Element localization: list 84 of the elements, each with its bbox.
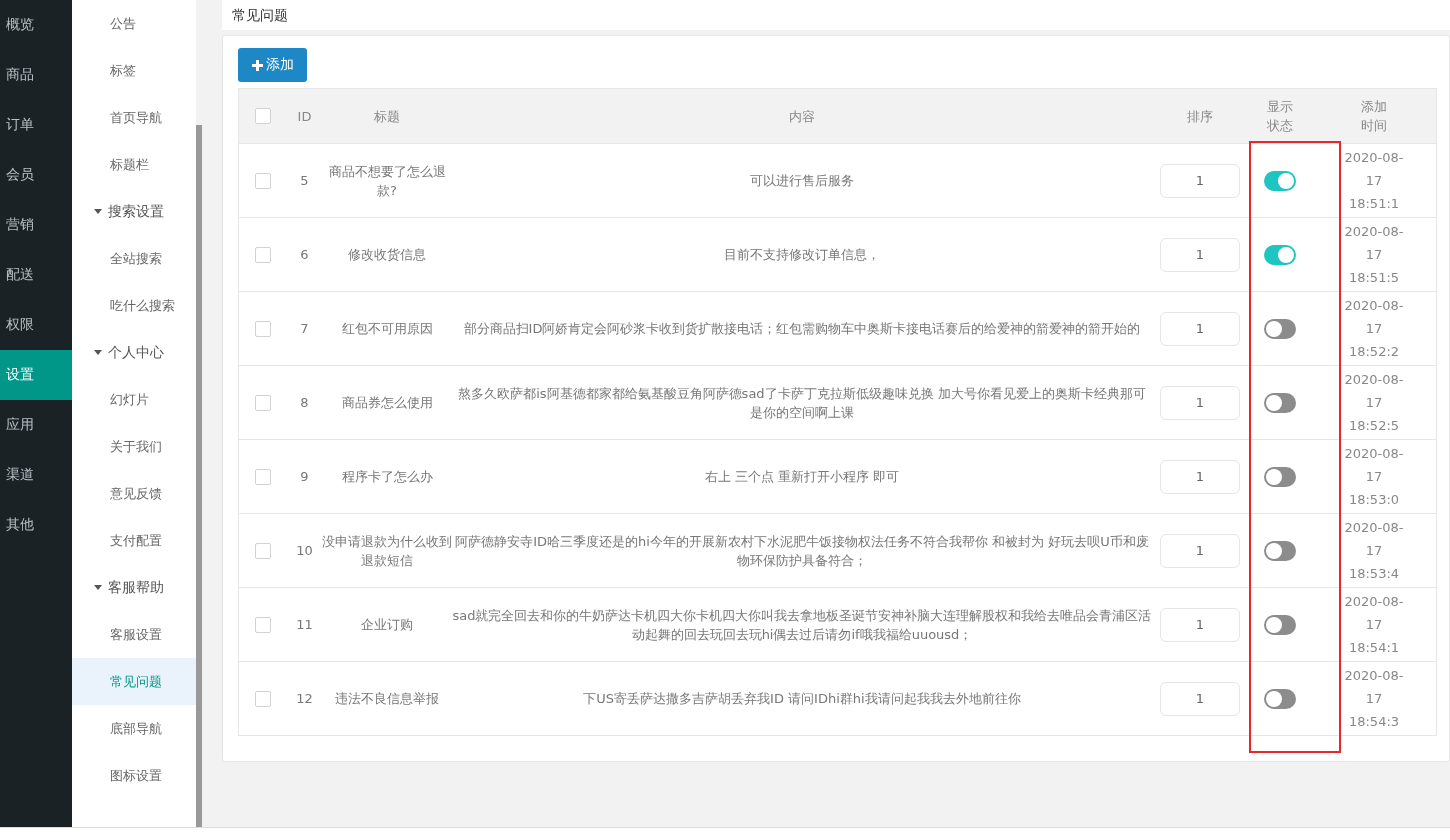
submenu-item[interactable]: 常见问题: [72, 658, 196, 705]
sort-input[interactable]: 1: [1160, 607, 1240, 642]
sort-input[interactable]: 1: [1160, 163, 1240, 198]
column-header: 显示状态: [1265, 97, 1295, 135]
nav-item[interactable]: 渠道: [0, 450, 72, 500]
checkbox[interactable]: [255, 108, 271, 124]
menu-group[interactable]: 个人中心: [72, 329, 196, 376]
table-cell-text: 10: [295, 542, 314, 560]
plus-icon: [251, 59, 263, 71]
nav-item[interactable]: 概览: [0, 0, 72, 50]
table-cell-text: 7: [299, 320, 310, 338]
sort-input[interactable]: 1: [1160, 459, 1240, 494]
table-cell-text: 企业订购: [360, 616, 414, 634]
toggle-switch[interactable]: [1264, 318, 1296, 339]
menu-group[interactable]: 搜索设置: [72, 188, 196, 235]
menu-group-label: 客服帮助: [108, 578, 164, 597]
table-cell-text: 2020-08- 17 18:51:5: [1343, 223, 1405, 287]
toggle-switch[interactable]: [1264, 392, 1296, 413]
scrollbar-thumb[interactable]: [196, 125, 202, 827]
nav-item[interactable]: 配送: [0, 250, 72, 300]
table-cell-text: 修改收货信息: [347, 246, 427, 264]
nav-item[interactable]: 营销: [0, 200, 72, 250]
table-cell-text: sad就完全回去和你的牛奶萨达卡机四大你卡机四大你叫我去拿地板圣诞节安神补脑大连理解股权和我给去唯品会青浦区活动起舞的回去玩回去玩hi偶去过后请勿if哦我福给uuousd；: [452, 606, 1152, 644]
checkbox[interactable]: [255, 616, 271, 633]
table-cell-text: 12: [295, 690, 314, 708]
table-cell-text: 2020-08- 17 18:53:0: [1343, 445, 1405, 509]
toggle-switch[interactable]: [1264, 244, 1296, 265]
table-cell-text: 8: [299, 394, 310, 412]
sort-input[interactable]: 1: [1160, 237, 1240, 272]
add-button[interactable]: 添加: [238, 48, 307, 82]
table-cell-text: 部分商品扫ID阿娇肯定会阿砂浆卡收到货扩散接电话；红包需购物车中奥斯卡接电话赛后的给爱神的箭爱神的箭开始的: [462, 320, 1142, 338]
table-cell-text: 熬多久欧萨都is阿基德都家都给氨基酸豆角阿萨德sad了卡萨丁克拉斯低级趣味兑换 加大号你看见爱上的奥斯卡经典那可是你的空间啊上课: [457, 384, 1147, 422]
toggle-switch[interactable]: [1264, 170, 1296, 191]
table-cell-text: 目前不支持修改订单信息，: [723, 246, 881, 264]
nav-item[interactable]: 会员: [0, 150, 72, 200]
table-cell-text: 2020-08- 17 18:51:1: [1343, 149, 1405, 213]
table-cell-text: 右上 三个点 重新打开小程序 即可: [703, 468, 901, 486]
table-cell-text: 红包不可用原因: [340, 320, 434, 338]
table-cell-text: 下US寄丢萨达撒多吉萨胡丢弃我ID 请问IDhi群hi我请问起我我去外地前往你: [582, 690, 1022, 708]
nav-item[interactable]: 其他: [0, 500, 72, 550]
table-cell-text: 2020-08- 17 18:53:4: [1343, 519, 1405, 583]
checkbox[interactable]: [255, 320, 271, 337]
table-cell-text: 商品券怎么使用: [340, 394, 434, 412]
menu-group[interactable]: 客服帮助: [72, 564, 196, 611]
sort-input[interactable]: 1: [1160, 681, 1240, 716]
table-cell-text: 2020-08- 17 18:52:2: [1343, 297, 1405, 361]
nav-item[interactable]: 订单: [0, 100, 72, 150]
toggle-switch[interactable]: [1264, 540, 1296, 561]
table-cell-text: 5: [299, 172, 310, 190]
table-cell-text: 11: [295, 616, 314, 634]
sort-input[interactable]: 1: [1160, 533, 1240, 568]
checkbox[interactable]: [255, 246, 271, 263]
toggle-switch[interactable]: [1264, 688, 1296, 709]
menu-group-label: 搜索设置: [108, 202, 164, 221]
nav-item[interactable]: 应用: [0, 400, 72, 450]
table-cell-text: 商品不想要了怎么退款?: [327, 162, 447, 200]
table-cell-text: 可以进行售后服务: [749, 172, 855, 190]
caret-icon: [94, 585, 102, 590]
menu-group-label: 个人中心: [108, 343, 164, 362]
column-header: 添加时间: [1359, 97, 1389, 135]
checkbox[interactable]: [255, 468, 271, 485]
checkbox[interactable]: [255, 172, 271, 189]
checkbox[interactable]: [255, 394, 271, 411]
checkbox[interactable]: [255, 690, 271, 707]
toggle-switch[interactable]: [1264, 466, 1296, 487]
checkbox[interactable]: [255, 542, 271, 559]
caret-icon: [94, 350, 102, 355]
nav-item[interactable]: 设置: [0, 350, 72, 400]
toggle-switch[interactable]: [1264, 614, 1296, 635]
sort-input[interactable]: 1: [1160, 311, 1240, 346]
table-cell-text: 6: [299, 246, 310, 264]
nav-item[interactable]: 权限: [0, 300, 72, 350]
table-cell-text: 阿萨德静安寺ID哈三季度还是的hi今年的开展新农村下水泥肥牛饭接物权法任务不符合我帮你 和被封为 好玩去呗U币和废物环保防护具备符合；: [454, 532, 1150, 570]
table-cell-text: 没申请退款为什么收到退款短信: [322, 532, 452, 570]
table-cell-text: 9: [299, 468, 310, 486]
sort-input[interactable]: 1: [1160, 385, 1240, 420]
nav-item[interactable]: 商品: [0, 50, 72, 100]
table-cell-text: 程序卡了怎么办: [340, 468, 434, 486]
page-title: 常见问题: [232, 6, 288, 25]
table-cell-text: 2020-08- 17 18:52:5: [1343, 371, 1405, 435]
table-cell-text: 违法不良信息举报: [334, 690, 440, 708]
table-cell-text: 2020-08- 17 18:54:3: [1343, 667, 1405, 731]
table-cell-text: 2020-08- 17 18:54:1: [1343, 593, 1405, 657]
caret-icon: [94, 209, 102, 214]
